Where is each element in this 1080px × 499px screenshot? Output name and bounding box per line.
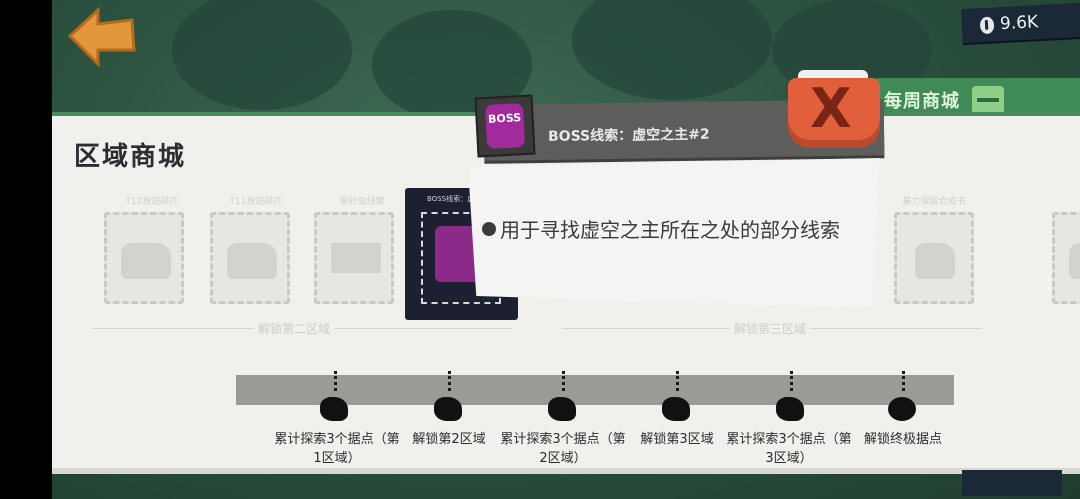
milestone-1-icon[interactable] [320, 397, 348, 421]
bullet-icon [482, 221, 496, 236]
milestone-5-label: 累计探索3个据点（第3区域） [726, 432, 852, 466]
slot-name: 雷砂虫线索 [339, 197, 385, 207]
milestone-2-label: 解锁第2区域 [412, 432, 486, 447]
close-button-body: X [788, 78, 880, 148]
game-screen: 9.6K 每周商城 区域商城 T12放送碎片 T11放送碎片 雷砂虫线索 暴力保… [52, 0, 1080, 499]
item-silhouette [331, 243, 381, 273]
milestone-1-label: 累计探索3个据点（第1区域） [274, 432, 400, 466]
shop-icon [972, 86, 1004, 114]
item-silhouette [915, 243, 955, 279]
tooltip-description: 用于寻找虚空之主所在之处的部分线索 [500, 218, 840, 242]
weekly-shop-label: 每周商城 [884, 91, 960, 112]
milestone-3-label: 累计探索3个据点（第2区域） [500, 432, 626, 466]
currency-display: 9.6K [961, 2, 1080, 44]
tooltip-description-row: 用于寻找虚空之主所在之处的部分线索 [482, 214, 840, 243]
item-silhouette [121, 243, 171, 279]
coin-icon [979, 15, 995, 34]
milestone-5-icon[interactable] [776, 397, 804, 421]
milestone-2-icon[interactable] [434, 397, 462, 421]
item-silhouette [227, 243, 277, 279]
divider-label: 解锁第二区域 [254, 320, 335, 337]
close-button[interactable]: X [788, 66, 880, 148]
slot-name: T11放送碎片 [229, 197, 283, 207]
milestone-4-icon[interactable] [662, 397, 690, 421]
tooltip-title: BOSS线索：虚空之主#2 [547, 126, 710, 145]
back-button[interactable] [66, 6, 138, 68]
milestone-connector [790, 371, 793, 391]
currency-amount: 9.6K [999, 12, 1039, 35]
shop-slot-locked[interactable] [104, 212, 184, 304]
divider-label: 解锁第三区域 [730, 320, 811, 337]
bottom-button[interactable] [962, 470, 1062, 496]
milestone-connector [334, 371, 337, 391]
slot-name: T12放送碎片 [125, 197, 179, 207]
milestone-3-icon[interactable] [548, 397, 576, 421]
boss-clue-icon: BOSS [474, 94, 536, 158]
milestone-6-label: 解锁终极据点 [863, 432, 942, 447]
close-icon: X [810, 77, 852, 140]
milestone-connector [562, 371, 565, 391]
bg-foliage [172, 0, 352, 110]
bg-foliage [572, 0, 772, 100]
milestone-connector [902, 371, 905, 391]
slot-name: 暴力保留合成书 [902, 197, 966, 207]
shop-slot-locked[interactable] [894, 212, 974, 304]
page-title: 区域商城 [74, 142, 187, 172]
milestone-6-icon[interactable] [888, 397, 916, 421]
shop-slot-locked[interactable] [314, 212, 394, 304]
shop-slot-locked[interactable] [210, 212, 290, 304]
back-arrow-icon [67, 6, 136, 68]
milestone-connector [676, 371, 679, 391]
milestone-4-label: 解锁第3区域 [640, 432, 714, 447]
shop-slot-locked[interactable] [1052, 212, 1080, 304]
item-silhouette [1069, 243, 1080, 279]
milestone-connector [448, 371, 451, 391]
tooltip-body: 用于寻找虚空之主所在之处的部分线索 [468, 158, 880, 308]
boss-icon-label: BOSS [484, 103, 526, 149]
